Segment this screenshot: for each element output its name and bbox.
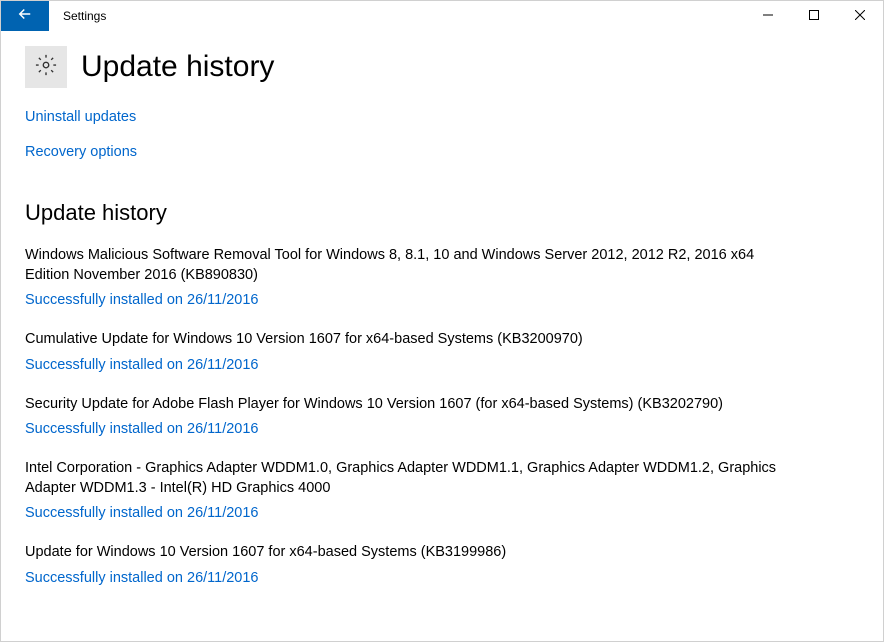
updates-list: Windows Malicious Software Removal Tool …: [25, 246, 859, 586]
minimize-icon: [763, 7, 773, 25]
update-item: Intel Corporation - Graphics Adapter WDD…: [25, 459, 785, 521]
update-status-link[interactable]: Successfully installed on 26/11/2016: [25, 292, 785, 308]
update-item: Cumulative Update for Windows 10 Version…: [25, 330, 785, 373]
content-area: Update history Uninstall updates Recover…: [1, 31, 883, 623]
window-controls: [745, 1, 883, 31]
page-title: Update history: [81, 50, 274, 84]
gear-icon: [35, 54, 57, 81]
back-arrow-icon: [16, 5, 34, 28]
maximize-button[interactable]: [791, 1, 837, 31]
uninstall-updates-link[interactable]: Uninstall updates: [25, 109, 136, 125]
update-item: Windows Malicious Software Removal Tool …: [25, 246, 785, 308]
update-status-link[interactable]: Successfully installed on 26/11/2016: [25, 570, 785, 586]
update-item: Security Update for Adobe Flash Player f…: [25, 395, 785, 438]
close-icon: [855, 7, 865, 25]
update-name: Update for Windows 10 Version 1607 for x…: [25, 543, 785, 563]
section-title: Update history: [25, 200, 859, 226]
update-item: Update for Windows 10 Version 1607 for x…: [25, 543, 785, 586]
update-status-link[interactable]: Successfully installed on 26/11/2016: [25, 505, 785, 521]
recovery-options-link[interactable]: Recovery options: [25, 144, 137, 160]
settings-icon-box: [25, 46, 67, 88]
update-status-link[interactable]: Successfully installed on 26/11/2016: [25, 357, 785, 373]
maximize-icon: [809, 7, 819, 25]
close-button[interactable]: [837, 1, 883, 31]
update-name: Intel Corporation - Graphics Adapter WDD…: [25, 459, 785, 498]
page-header: Update history: [25, 46, 859, 88]
update-name: Windows Malicious Software Removal Tool …: [25, 246, 785, 285]
titlebar-drag-area[interactable]: [106, 1, 745, 31]
update-name: Security Update for Adobe Flash Player f…: [25, 395, 785, 415]
back-button[interactable]: [1, 1, 49, 31]
minimize-button[interactable]: [745, 1, 791, 31]
titlebar: Settings: [1, 1, 883, 31]
window-title: Settings: [49, 1, 106, 31]
update-name: Cumulative Update for Windows 10 Version…: [25, 330, 785, 350]
update-status-link[interactable]: Successfully installed on 26/11/2016: [25, 421, 785, 437]
